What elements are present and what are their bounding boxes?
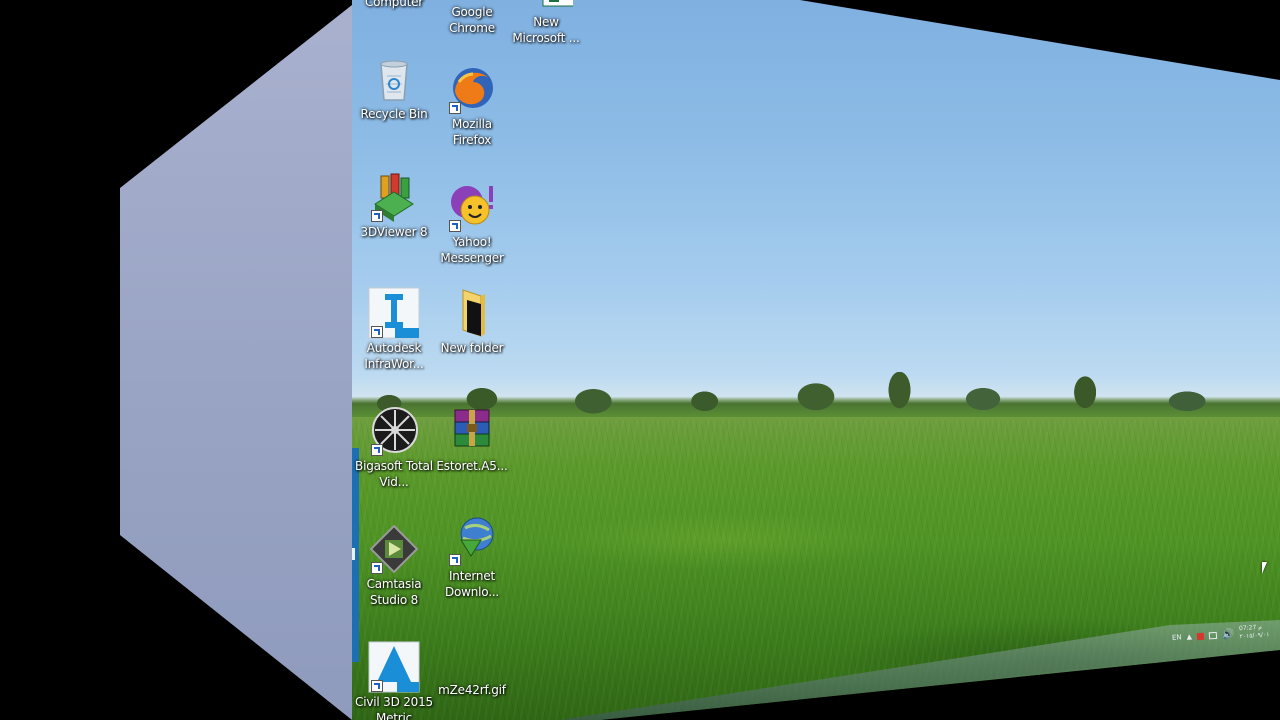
shortcut-arrow-icon [371, 680, 383, 692]
icon-label: 3DViewer 8 [360, 225, 428, 239]
firefox-icon [445, 62, 499, 116]
icon-label: Recycle Bin [360, 107, 428, 121]
icon-label: New Microsoft ... [512, 15, 580, 45]
desktop-icon-internet-download-manager[interactable]: Internet Downlo... [432, 514, 512, 600]
yahoo-messenger-icon [445, 180, 499, 234]
icon-label: Google Chrome [449, 5, 495, 35]
winrar-archive-icon [445, 404, 499, 458]
shortcut-arrow-icon [371, 210, 383, 222]
folder-icon [445, 286, 499, 340]
idm-globe-icon [445, 514, 499, 568]
network-icon[interactable] [1208, 631, 1218, 639]
icon-label: Bigasoft Total Vid... [355, 459, 433, 489]
shortcut-arrow-icon [449, 220, 461, 232]
gif-file-icon [445, 652, 499, 682]
icon-label: New folder [440, 341, 504, 355]
shortcut-arrow-icon [371, 326, 383, 338]
bigasoft-film-reel-icon [367, 404, 421, 458]
civil3d-icon [367, 640, 421, 694]
icon-label: Internet Downlo... [444, 569, 500, 599]
shortcut-arrow-icon [449, 554, 461, 566]
desktop-icon-civil3d[interactable]: Civil 3D 2015 Metric [354, 640, 434, 720]
excel-document-icon [519, 0, 578, 14]
shortcut-arrow-icon [371, 444, 383, 456]
desktop-icon-yahoo-messenger[interactable]: Yahoo! Messenger [432, 180, 512, 266]
3dviewer-icon [367, 170, 421, 224]
desktop-icon-google-chrome[interactable]: Google Chrome [432, 4, 512, 36]
icon-label: Camtasia Studio 8 [366, 577, 422, 607]
desktop-icon-new-folder[interactable]: New folder [432, 286, 512, 356]
desktop-icon-computer[interactable]: Computer [354, 0, 434, 10]
desktop-icon-estoret-archive[interactable]: Estoret.A5... [432, 404, 512, 474]
icon-label: Computer [364, 0, 424, 9]
desktop-icon-bigasoft[interactable]: Bigasoft Total Vid... [354, 404, 434, 490]
language-indicator[interactable]: EN [1172, 633, 1182, 642]
autodesk-infraworks-icon [367, 286, 421, 340]
action-center-flag-icon[interactable] [1196, 632, 1205, 640]
shortcut-arrow-icon [449, 102, 461, 114]
tray-arrow-icon[interactable]: ▲ [1186, 633, 1192, 641]
camtasia-icon [367, 522, 421, 576]
desktop-icon-gif-file[interactable]: mZe42rf.gif [432, 652, 512, 698]
icon-label: Autodesk InfraWor... [364, 341, 424, 371]
icon-label: Mozilla Firefox [452, 117, 492, 147]
desktop-icon-new-microsoft-doc[interactable]: New Microsoft ... [506, 0, 586, 46]
desktop-icon-camtasia[interactable]: Camtasia Studio 8 [354, 522, 434, 608]
clock[interactable]: 07:27 م ٢٠١٥/٠٩/٠١ [1239, 623, 1270, 641]
desktop-icon-mozilla-firefox[interactable]: Mozilla Firefox [432, 62, 512, 148]
icon-label: Civil 3D 2015 Metric [355, 695, 433, 720]
desktop-icon-autodesk-infraworks[interactable]: Autodesk InfraWor... [354, 286, 434, 372]
clock-date: ٢٠١٥/٠٩/٠١ [1239, 631, 1270, 641]
desktop-icon-recycle-bin[interactable]: Recycle Bin [354, 52, 434, 122]
recycle-bin-icon [367, 52, 421, 106]
icon-label: Yahoo! Messenger [440, 235, 504, 265]
desktop-icon-3dviewer[interactable]: 3DViewer 8 [354, 170, 434, 240]
mouse-cursor-icon [1262, 562, 1267, 574]
icon-label: mZe42rf.gif [438, 683, 506, 697]
icon-label: Estoret.A5... [436, 459, 508, 473]
speaker-icon[interactable]: 🔊 [1222, 628, 1235, 640]
shortcut-arrow-icon [371, 562, 383, 574]
desktop-3d-switch-view: EN ▲ 🔊 07:27 م ٢٠١٥/٠٩/٠١ Computer Recyc… [0, 0, 1280, 720]
